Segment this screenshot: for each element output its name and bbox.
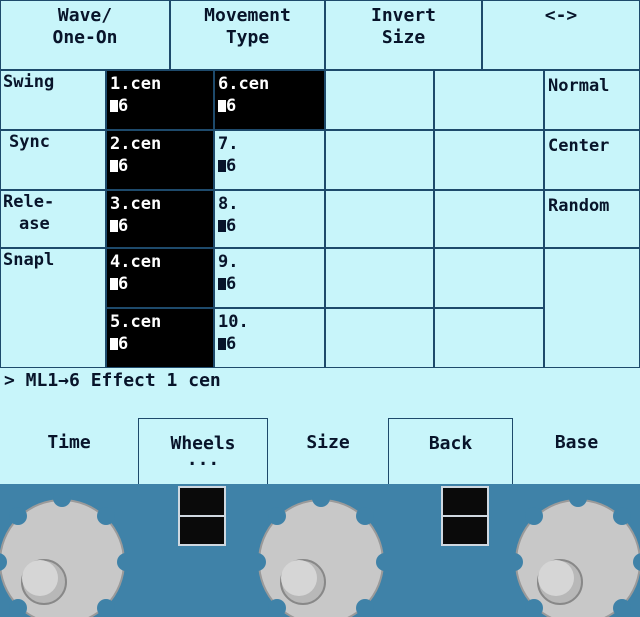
- encoder-1-indicator[interactable]: [178, 486, 226, 546]
- effect-marker-icon: [218, 278, 226, 290]
- effect-value: 6: [226, 334, 237, 354]
- row-label-text: Sync: [9, 132, 50, 152]
- effect-name: 7.: [218, 134, 239, 154]
- row-label-release[interactable]: Rele- ase: [0, 190, 106, 248]
- empty-slot[interactable]: [325, 190, 434, 248]
- console-screen: Wave/ One-On Movement Type Invert Size <…: [0, 0, 640, 484]
- encoder-wheel-2-icon[interactable]: [253, 494, 389, 617]
- row-label-text: Snapl: [3, 250, 55, 270]
- effect-marker-icon: [110, 220, 118, 232]
- effect-name: 1.cen: [110, 74, 162, 94]
- effect-slot-4[interactable]: 4.cen 6: [106, 248, 214, 308]
- more-indicator: ...: [186, 449, 220, 470]
- empty-slot[interactable]: [325, 248, 434, 308]
- effect-name: 8.: [218, 194, 239, 214]
- time-button[interactable]: Time: [0, 418, 138, 484]
- option-label: Random: [548, 196, 610, 216]
- button-label: Back: [428, 433, 473, 454]
- tab-label: Invert: [370, 5, 437, 26]
- effect-value: 6: [118, 334, 129, 354]
- row-label-swing[interactable]: Swing: [0, 70, 106, 130]
- tab-label: <->: [544, 5, 578, 26]
- effect-value: 6: [226, 216, 237, 236]
- empty-slot[interactable]: [434, 248, 544, 308]
- effect-value: 6: [226, 96, 237, 116]
- option-center[interactable]: Center: [544, 130, 640, 190]
- button-label: Base: [554, 432, 599, 453]
- encoder-wheel-3-icon[interactable]: [510, 494, 640, 617]
- row-label-text: Rele-: [3, 192, 55, 212]
- tab-sublabel: Type: [225, 27, 270, 48]
- empty-slot[interactable]: [434, 190, 544, 248]
- button-label: Size: [306, 432, 350, 453]
- empty-slot[interactable]: [325, 130, 434, 190]
- tab-movement-type[interactable]: Movement Type: [170, 0, 325, 70]
- effect-marker-icon: [110, 338, 118, 350]
- tab-direction[interactable]: <->: [482, 0, 640, 70]
- effect-marker-icon: [218, 220, 226, 232]
- tab-sublabel: Size: [381, 27, 426, 48]
- effect-value: 6: [118, 156, 129, 176]
- tab-label: Wave/: [57, 5, 113, 26]
- effect-value: 6: [226, 156, 237, 176]
- empty-slot[interactable]: [325, 308, 434, 368]
- effect-name: 5.cen: [110, 312, 162, 332]
- encoder-2-indicator[interactable]: [441, 486, 489, 546]
- effect-slot-6[interactable]: 6.cen 6: [214, 70, 325, 130]
- effect-name: 10.: [218, 312, 249, 332]
- row-label-sync[interactable]: Sync: [0, 130, 106, 190]
- effect-marker-icon: [218, 100, 226, 112]
- empty-slot[interactable]: [325, 70, 434, 130]
- tab-wave-one-on[interactable]: Wave/ One-On: [0, 0, 170, 70]
- effect-slot-8[interactable]: 8. 6: [214, 190, 325, 248]
- effect-name: 9.: [218, 252, 239, 272]
- effect-slot-10[interactable]: 10. 6: [214, 308, 325, 368]
- effect-marker-icon: [110, 160, 118, 172]
- effect-value: 6: [118, 274, 129, 294]
- effect-name: 3.cen: [110, 194, 162, 214]
- effect-marker-icon: [110, 100, 118, 112]
- button-label: Time: [47, 432, 91, 453]
- effect-marker-icon: [218, 160, 226, 172]
- option-normal[interactable]: Normal: [544, 70, 640, 130]
- tab-sublabel: One-On: [52, 27, 118, 48]
- effect-name: 2.cen: [110, 134, 162, 154]
- effect-grid: Swing Sync Rele- ase Snapl 1.cen 6 2.cen…: [0, 70, 640, 368]
- effect-slot-5[interactable]: 5.cen 6: [106, 308, 214, 368]
- effect-name: 6.cen: [218, 74, 270, 94]
- effect-marker-icon: [218, 338, 226, 350]
- effect-value: 6: [118, 96, 129, 116]
- row-label-snap[interactable]: Snapl: [0, 248, 106, 368]
- encoder-panel: [0, 484, 640, 617]
- row-label-text: Swing: [3, 72, 55, 92]
- option-label: Center: [548, 136, 610, 156]
- option-empty: [544, 248, 640, 368]
- effect-marker-icon: [110, 278, 118, 290]
- wheels-button[interactable]: Wheels ...: [138, 418, 268, 484]
- empty-slot[interactable]: [434, 308, 544, 368]
- effect-slot-7[interactable]: 7. 6: [214, 130, 325, 190]
- effect-value: 6: [226, 274, 237, 294]
- effect-slot-1[interactable]: 1.cen 6: [106, 70, 214, 130]
- effect-name: 4.cen: [110, 252, 162, 272]
- empty-slot[interactable]: [434, 130, 544, 190]
- option-label: Normal: [548, 76, 610, 96]
- effect-value: 6: [118, 216, 129, 236]
- encoder-wheel-1-icon[interactable]: [0, 494, 130, 617]
- size-button[interactable]: Size: [268, 418, 388, 484]
- tab-invert-size[interactable]: Invert Size: [325, 0, 482, 70]
- row-label-text-2: ase: [19, 214, 50, 234]
- back-button[interactable]: Back: [388, 418, 513, 484]
- effect-slot-2[interactable]: 2.cen 6: [106, 130, 214, 190]
- effect-slot-3[interactable]: 3.cen 6: [106, 190, 214, 248]
- empty-slot[interactable]: [434, 70, 544, 130]
- effect-slot-9[interactable]: 9. 6: [214, 248, 325, 308]
- status-line: > ML1→6 Effect 1 cen: [4, 370, 221, 391]
- option-random[interactable]: Random: [544, 190, 640, 248]
- tab-label: Movement: [204, 5, 291, 26]
- base-button[interactable]: Base: [513, 418, 640, 484]
